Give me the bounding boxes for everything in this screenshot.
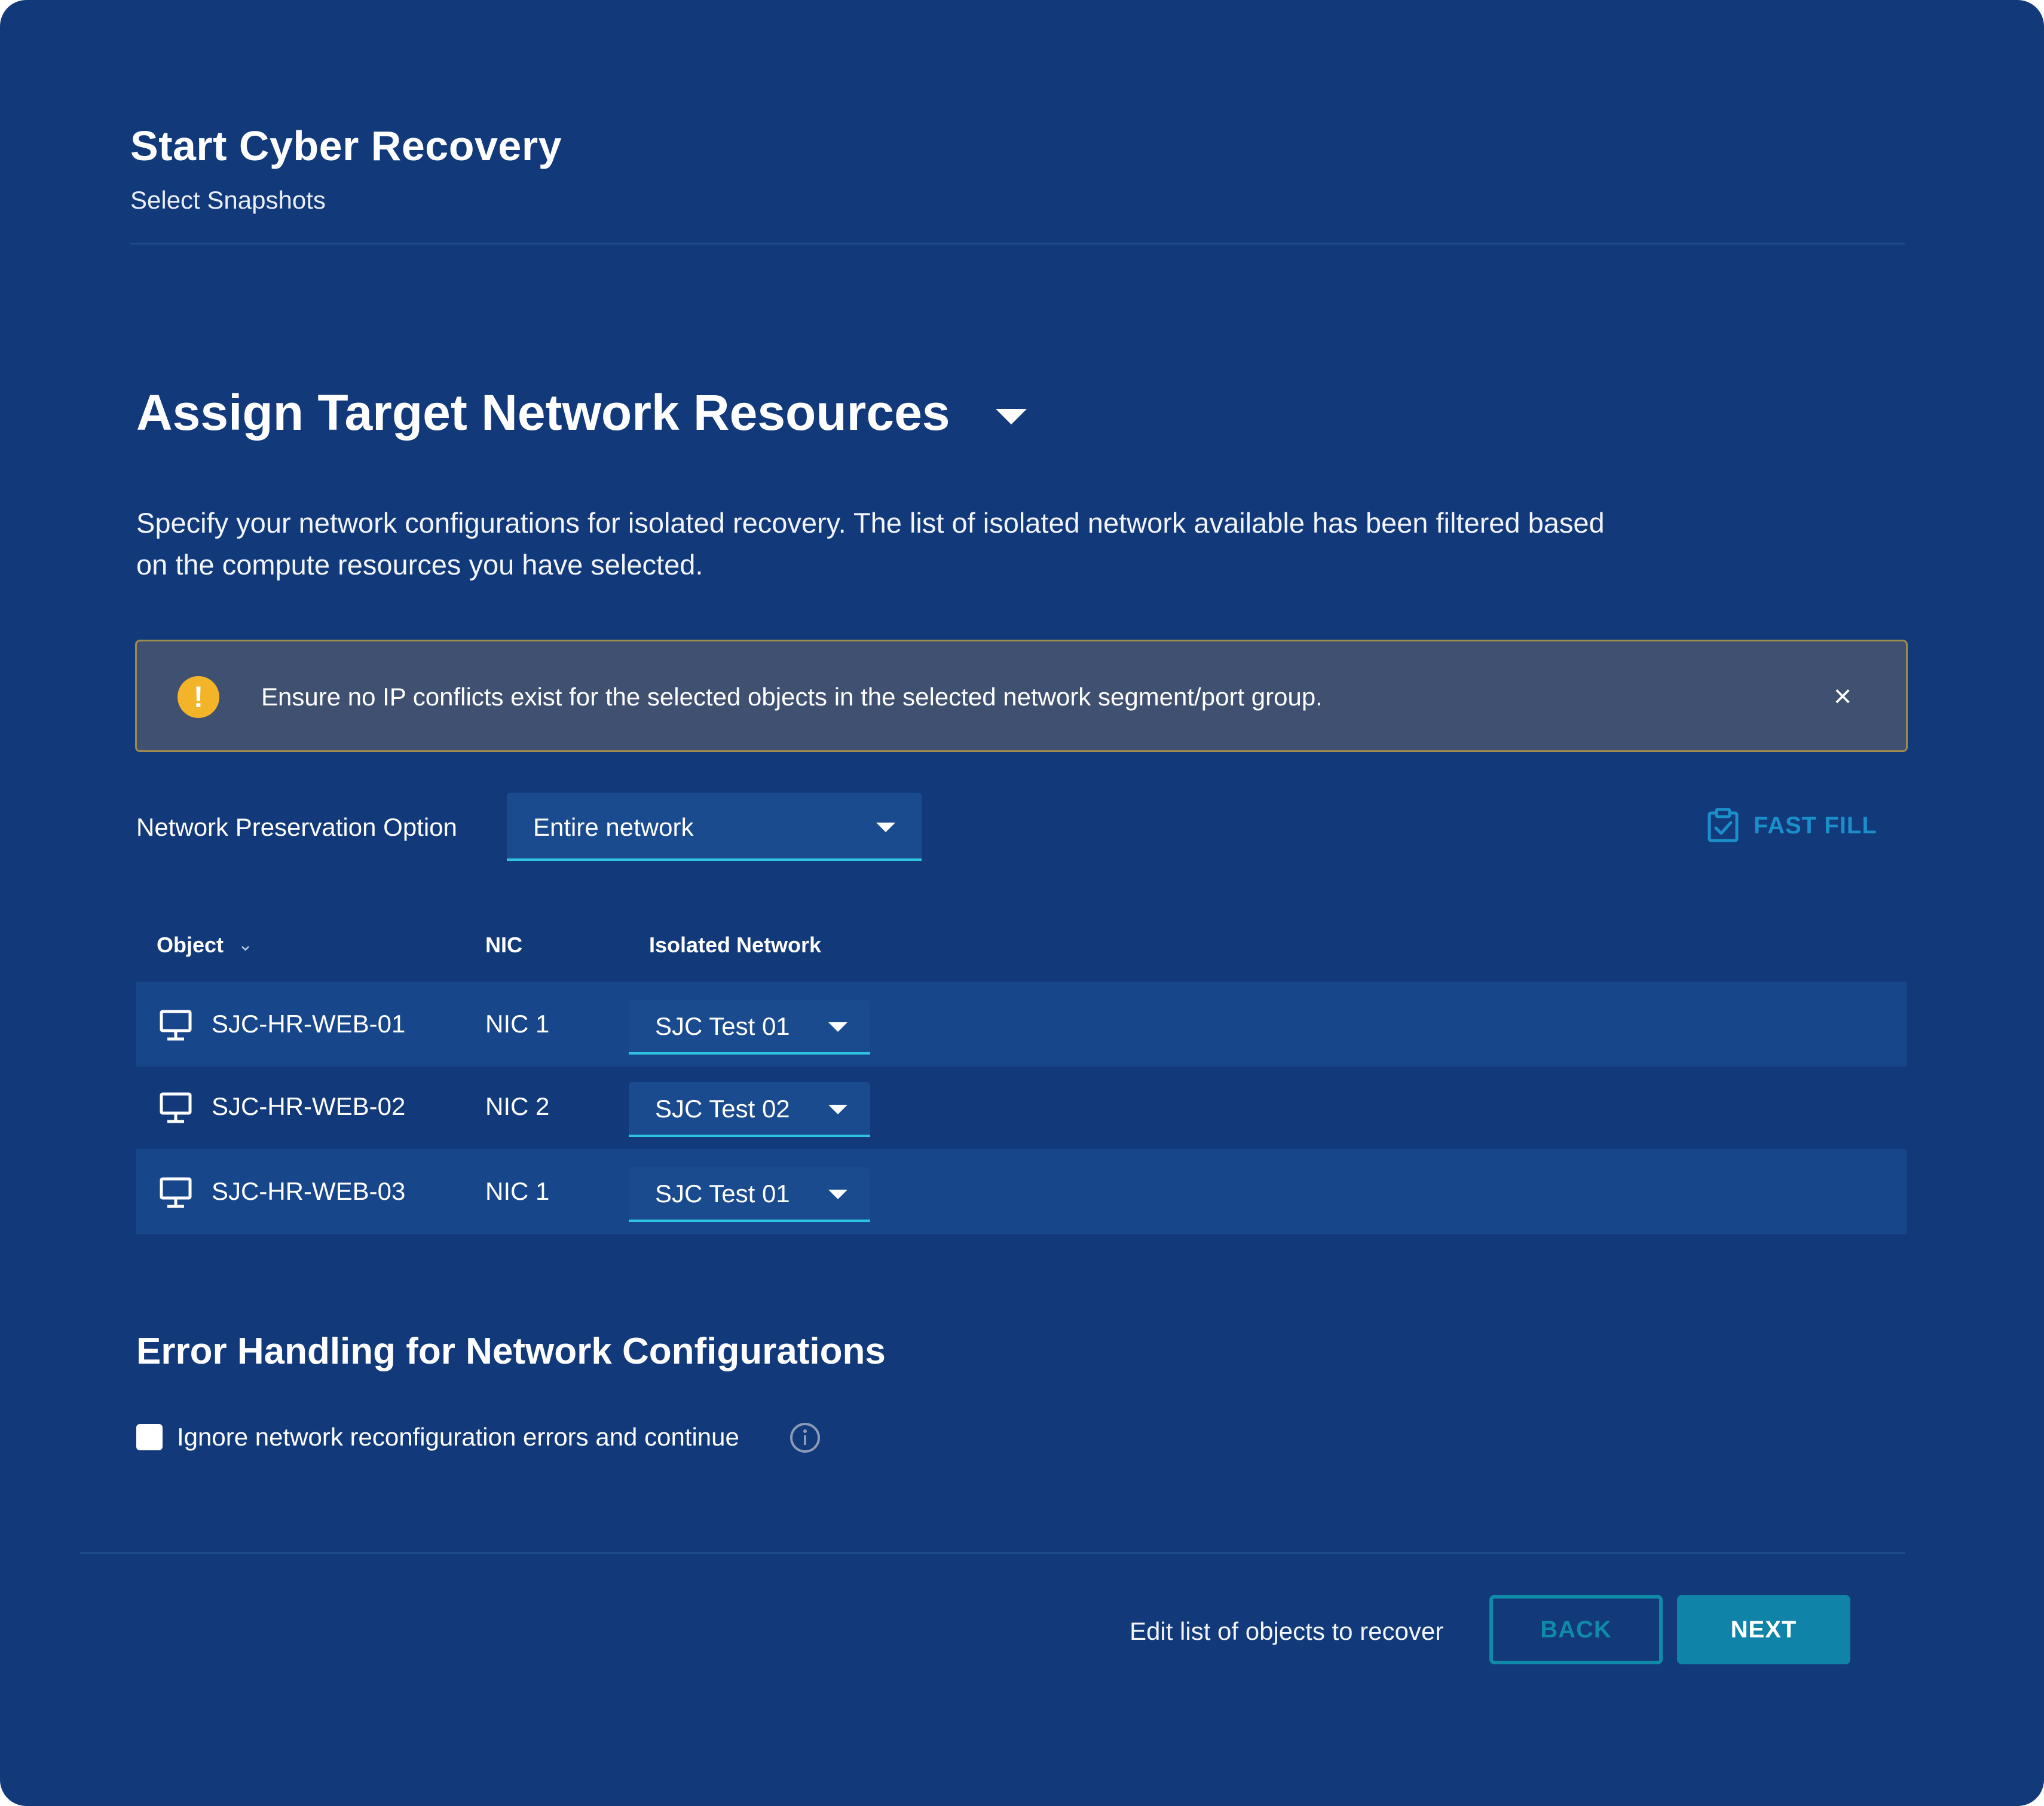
isolated-network-select[interactable]: SJC Test 02 (629, 1082, 870, 1137)
isolated-network-value: SJC Test 02 (655, 1095, 790, 1123)
isolated-network-value: SJC Test 01 (655, 1179, 790, 1208)
ignore-errors-label[interactable]: Ignore network reconfiguration errors an… (177, 1418, 739, 1456)
chevron-down-icon: ⌄ (238, 935, 253, 955)
nic-label: NIC 2 (485, 1092, 550, 1120)
caret-down-icon (995, 409, 1027, 424)
column-header-isolated-network: Isolated Network (649, 933, 822, 957)
nic-label: NIC 1 (485, 1177, 550, 1205)
monitor-icon (160, 1092, 192, 1123)
network-preservation-select[interactable]: Entire network (507, 793, 922, 861)
caret-down-icon (828, 1022, 847, 1032)
monitor-icon (160, 1010, 192, 1041)
close-icon[interactable]: × (1826, 675, 1859, 718)
table-row: SJC-HR-WEB-02 NIC 2 SJC Test 02 (136, 1064, 1907, 1149)
network-preservation-label: Network Preservation Option (136, 813, 457, 841)
network-preservation-value: Entire network (533, 813, 694, 841)
table-row: SJC-HR-WEB-03 NIC 1 SJC Test 01 (136, 1149, 1907, 1234)
object-name: SJC-HR-WEB-03 (212, 1177, 406, 1205)
ignore-errors-checkbox[interactable] (136, 1424, 163, 1450)
column-header-object-label: Object (157, 933, 224, 957)
error-handling-title: Error Handling for Network Configuration… (136, 1331, 886, 1372)
warning-alert: ! Ensure no IP conflicts exist for the s… (135, 640, 1908, 752)
page-subtitle: Select Snapshots (130, 186, 326, 214)
column-header-object[interactable]: Object ⌄ (157, 929, 253, 961)
clipboard-check-icon (1708, 808, 1739, 842)
header-divider (130, 243, 1905, 245)
section-title: Assign Target Network Resources (136, 384, 950, 441)
table-row: SJC-HR-WEB-01 NIC 1 SJC Test 01 (136, 982, 1907, 1067)
caret-down-icon (876, 823, 895, 832)
object-name: SJC-HR-WEB-02 (212, 1092, 406, 1120)
page-title: Start Cyber Recovery (130, 123, 562, 169)
object-name: SJC-HR-WEB-01 (212, 1010, 406, 1038)
cyber-recovery-modal: Start Cyber Recovery Select Snapshots As… (0, 0, 2044, 1806)
isolated-network-select[interactable]: SJC Test 01 (629, 1167, 870, 1222)
column-header-nic: NIC (485, 933, 522, 957)
caret-down-icon (828, 1190, 847, 1199)
back-button[interactable]: BACK (1489, 1595, 1663, 1664)
info-icon[interactable] (789, 1422, 821, 1454)
fast-fill-label: FAST FILL (1754, 812, 1877, 839)
monitor-icon (160, 1177, 192, 1208)
edit-objects-link[interactable]: Edit list of objects to recover (1130, 1613, 1443, 1650)
next-button[interactable]: NEXT (1677, 1595, 1850, 1664)
warning-icon: ! (178, 676, 219, 718)
section-description: Specify your network configurations for … (136, 507, 1605, 580)
caret-down-icon (828, 1105, 847, 1114)
fast-fill-button[interactable]: FAST FILL (1707, 808, 1877, 843)
footer-divider (80, 1552, 1905, 1554)
isolated-network-value: SJC Test 01 (655, 1012, 790, 1040)
alert-message: Ensure no IP conflicts exist for the sel… (261, 683, 1323, 711)
nic-label: NIC 1 (485, 1010, 550, 1038)
isolated-network-select[interactable]: SJC Test 01 (629, 1000, 870, 1055)
section-header-toggle[interactable]: Assign Target Network Resources (136, 377, 1027, 448)
